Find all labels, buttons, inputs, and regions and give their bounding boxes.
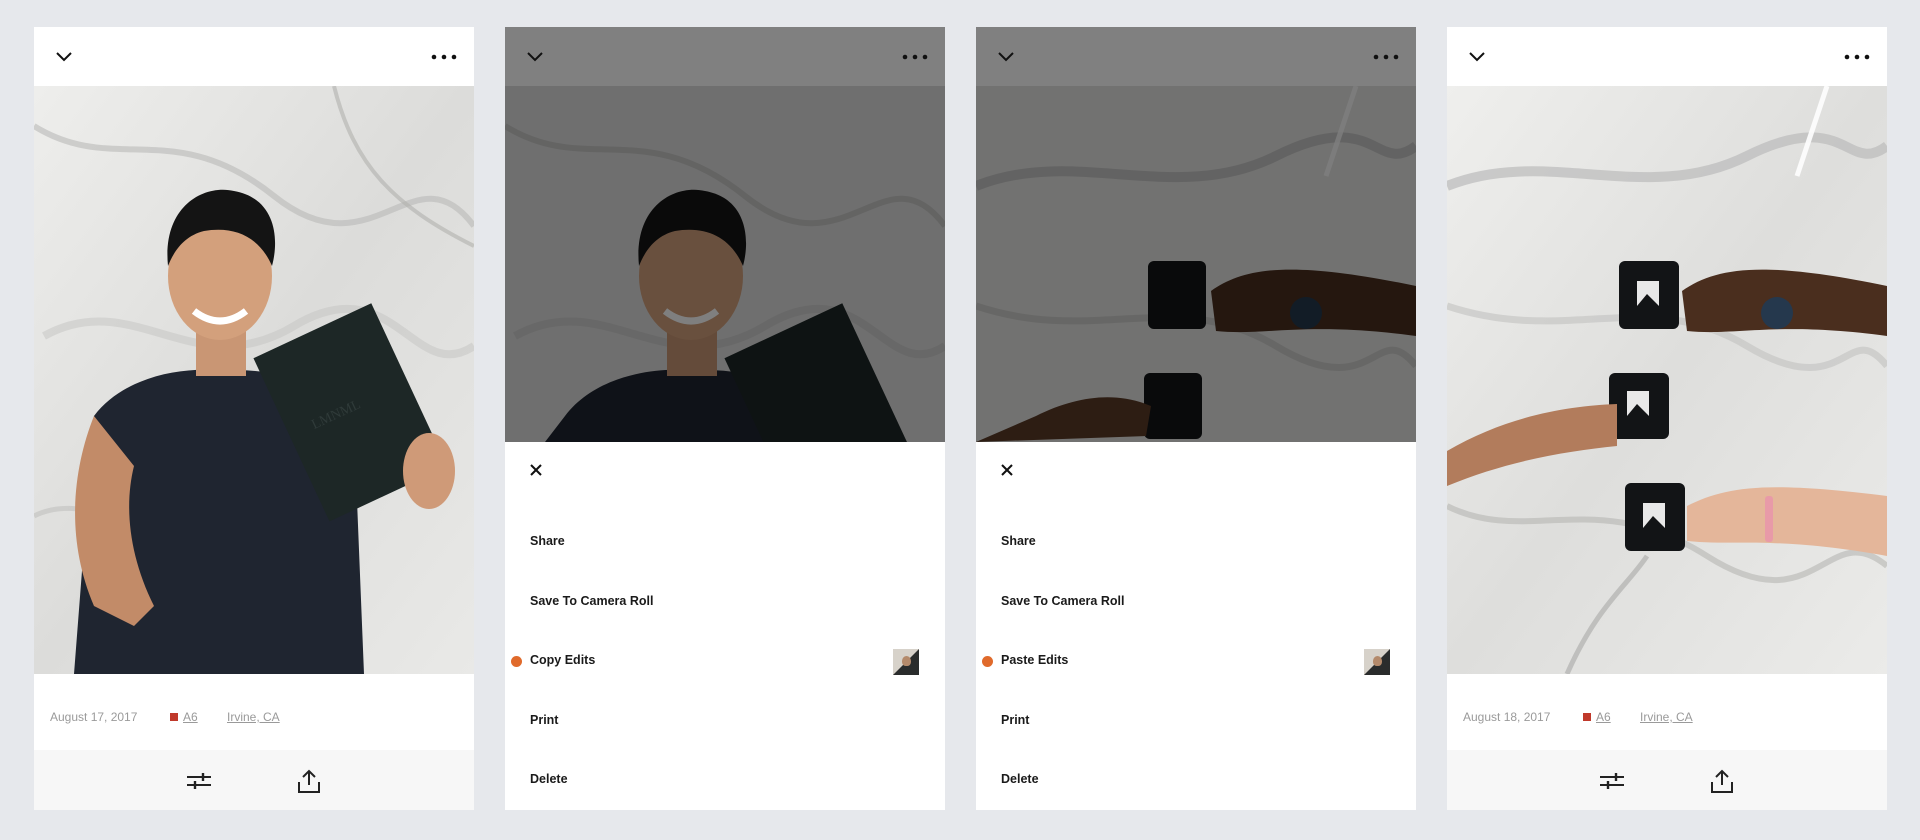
photo-metadata: August 18, 2017 A6 Irvine, CA	[1447, 674, 1887, 750]
menu-item-print[interactable]: Print	[976, 701, 1416, 741]
tag-swatch-icon	[170, 713, 178, 721]
edit-thumbnail	[893, 649, 919, 675]
photo-metadata: August 17, 2017 A6 Irvine, CA	[34, 674, 474, 750]
indicator-dot-icon	[982, 656, 993, 667]
tag-swatch-icon	[1583, 713, 1591, 721]
sliders-icon[interactable]	[1596, 765, 1628, 797]
bottom-toolbar	[34, 750, 474, 810]
menu-item-paste-edits[interactable]: Paste Edits	[976, 641, 1416, 681]
photo-menu-screen: Share Save To Camera Roll Paste Edits Pr…	[976, 27, 1416, 810]
menu-item-label: Save To Camera Roll	[530, 594, 654, 608]
dim-overlay	[976, 86, 1416, 442]
menu-item-label: Share	[1001, 534, 1036, 548]
film-tag-link[interactable]: A6	[170, 710, 198, 724]
menu-item-save-to-camera-roll[interactable]: Save To Camera Roll	[505, 582, 945, 622]
film-tag-label: A6	[183, 710, 198, 724]
bottom-toolbar	[1447, 750, 1887, 810]
menu-item-label: Delete	[530, 772, 568, 786]
sliders-icon[interactable]	[183, 765, 215, 797]
chevron-down-icon[interactable]	[1460, 41, 1494, 73]
top-bar	[34, 27, 474, 86]
menu-item-delete[interactable]: Delete	[505, 760, 945, 800]
more-options-icon[interactable]	[427, 41, 461, 73]
chevron-down-icon[interactable]	[518, 41, 552, 73]
menu-item-print[interactable]: Print	[505, 701, 945, 741]
menu-item-copy-edits[interactable]: Copy Edits	[505, 641, 945, 681]
menu-item-save-to-camera-roll[interactable]: Save To Camera Roll	[976, 582, 1416, 622]
menu-item-label: Delete	[1001, 772, 1039, 786]
location-link[interactable]: Irvine, CA	[227, 710, 280, 724]
menu-item-label: Print	[530, 713, 559, 727]
edit-thumbnail	[1364, 649, 1390, 675]
indicator-dot-icon	[511, 656, 522, 667]
action-menu: Share Save To Camera Roll Paste Edits Pr…	[976, 442, 1416, 810]
top-bar	[1447, 27, 1887, 86]
action-menu: Share Save To Camera Roll Copy Edits Pri…	[505, 442, 945, 810]
more-options-icon[interactable]	[1840, 41, 1874, 73]
share-icon[interactable]	[293, 765, 325, 797]
chevron-down-icon[interactable]	[47, 41, 81, 73]
film-tag-link[interactable]: A6	[1583, 710, 1611, 724]
top-bar	[505, 27, 945, 86]
photo-detail-screen: LMNML August 17, 2017 A6 Irvine, CA	[34, 27, 474, 810]
photo-mugs[interactable]	[1447, 86, 1887, 674]
menu-item-label: Save To Camera Roll	[1001, 594, 1125, 608]
menu-item-label: Print	[1001, 713, 1030, 727]
photo-portrait-dimmed	[505, 86, 945, 442]
close-icon[interactable]	[523, 457, 549, 483]
menu-item-label: Copy Edits	[530, 653, 596, 667]
close-icon[interactable]	[994, 457, 1020, 483]
chevron-down-icon[interactable]	[989, 41, 1023, 73]
dim-overlay	[505, 86, 945, 442]
top-bar	[976, 27, 1416, 86]
more-options-icon[interactable]	[1369, 41, 1403, 73]
photo-mugs-dimmed	[976, 86, 1416, 442]
photo-date: August 18, 2017	[1463, 710, 1551, 724]
film-tag-label: A6	[1596, 710, 1611, 724]
share-icon[interactable]	[1706, 765, 1738, 797]
location-link[interactable]: Irvine, CA	[1640, 710, 1693, 724]
menu-item-share[interactable]: Share	[505, 522, 945, 562]
menu-item-label: Share	[530, 534, 565, 548]
menu-item-delete[interactable]: Delete	[976, 760, 1416, 800]
photo-detail-screen: August 18, 2017 A6 Irvine, CA	[1447, 27, 1887, 810]
menu-item-share[interactable]: Share	[976, 522, 1416, 562]
photo-date: August 17, 2017	[50, 710, 138, 724]
menu-item-label: Paste Edits	[1001, 653, 1069, 667]
photo-portrait[interactable]: LMNML	[34, 86, 474, 674]
photo-menu-screen: Share Save To Camera Roll Copy Edits Pri…	[505, 27, 945, 810]
more-options-icon[interactable]	[898, 41, 932, 73]
